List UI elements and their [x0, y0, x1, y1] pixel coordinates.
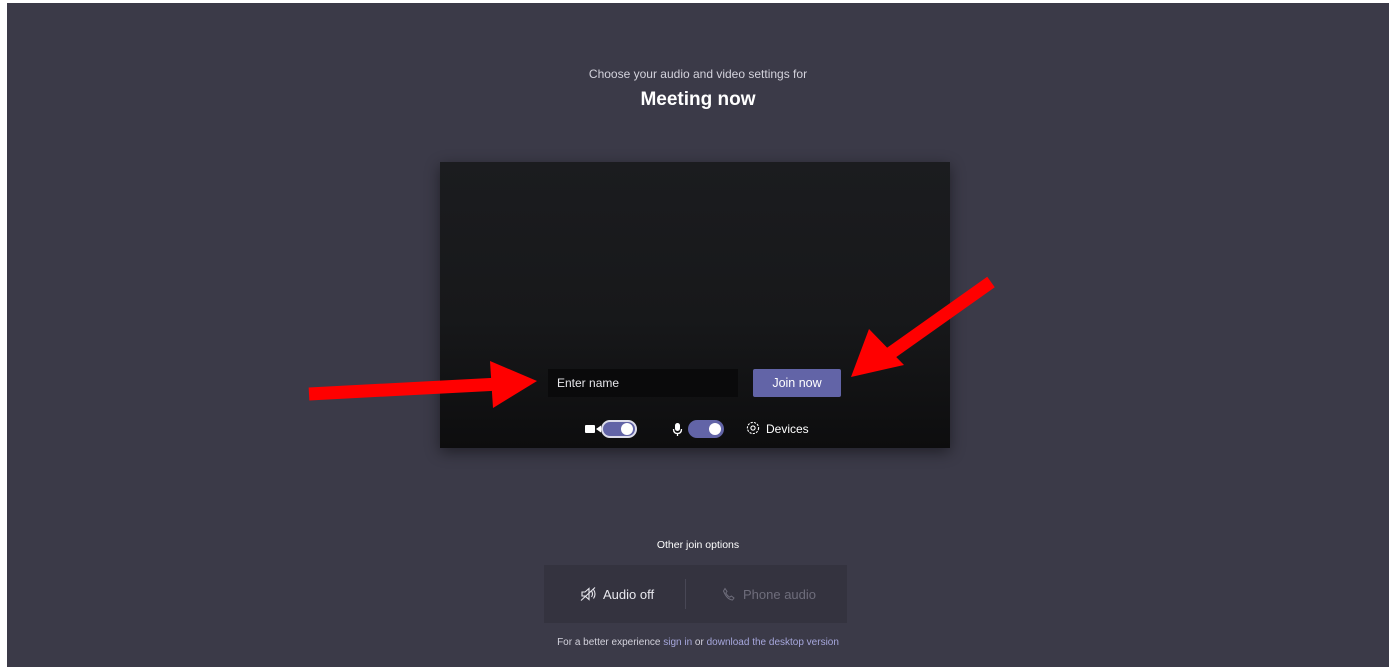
arrow-to-join-button: [851, 276, 995, 377]
arrow-to-name-input: [308, 361, 537, 408]
annotation-arrows: [308, 276, 995, 408]
